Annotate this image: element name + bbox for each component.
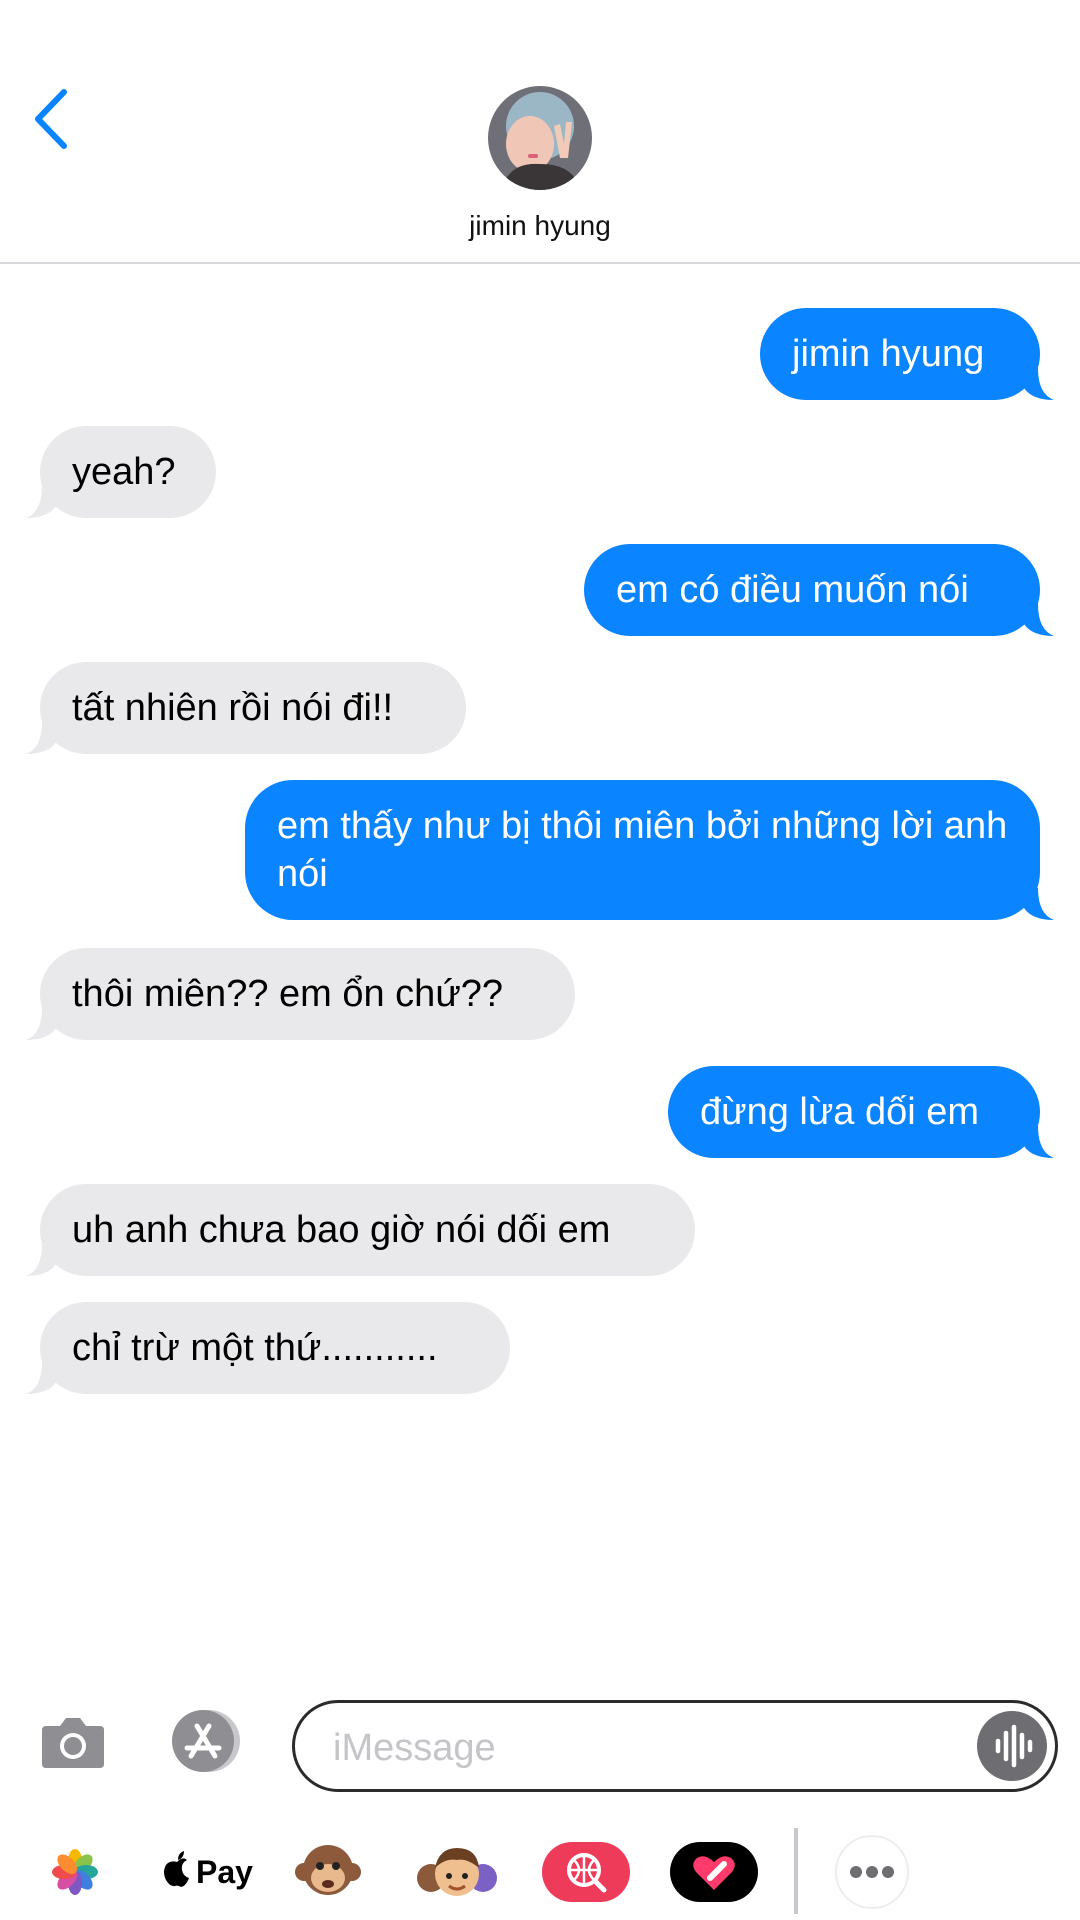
memoji-app-button[interactable] — [415, 1834, 499, 1910]
web-search-app-button[interactable] — [542, 1834, 630, 1910]
message-text: em có điều muốn nói — [616, 569, 969, 611]
message-bubble-received[interactable]: uh anh chưa bao giờ nói dối em — [26, 1184, 695, 1276]
bubble-tail — [26, 722, 56, 754]
message-bubble-received[interactable]: yeah? — [26, 426, 216, 518]
message-text: uh anh chưa bao giờ nói dối em — [72, 1209, 611, 1251]
bubble-tail — [26, 1008, 56, 1040]
animoji-icon — [295, 1845, 361, 1895]
camera-button[interactable] — [40, 1712, 106, 1770]
message-text: đừng lừa dối em — [700, 1091, 980, 1133]
bubble-tail — [26, 1244, 56, 1276]
message-bubble-sent[interactable]: jimin hyung — [760, 308, 1054, 400]
audio-message-button[interactable] — [977, 1711, 1047, 1781]
app-drawer: Pay — [0, 1820, 1080, 1920]
message-text: jimin hyung — [792, 333, 985, 375]
apple-logo-icon — [164, 1851, 189, 1887]
bubble-tail — [1024, 368, 1054, 400]
message-text: em thấy như bị thôi miên bởi những lời a… — [277, 805, 1008, 895]
contact-name[interactable]: jimin hyung — [0, 210, 1080, 242]
animoji-app-button[interactable] — [295, 1834, 361, 1910]
bubble-tail — [26, 486, 56, 518]
web-search-icon — [542, 1842, 630, 1902]
message-bubble-sent[interactable]: đừng lừa dối em — [668, 1066, 1054, 1158]
apple-pay-label: Pay — [196, 1854, 253, 1890]
photos-icon — [52, 1849, 98, 1895]
message-input-field[interactable] — [292, 1700, 1058, 1792]
photos-app-button[interactable] — [50, 1834, 100, 1910]
bubble-tail — [1024, 604, 1054, 636]
chevron-left-icon — [35, 89, 67, 149]
conversation-header: jimin hyung — [0, 0, 1080, 264]
message-bubble-received[interactable]: chỉ trừ một thứ........... — [26, 1302, 510, 1394]
drawer-divider — [794, 1828, 798, 1914]
message-bubble-sent[interactable]: em thấy như bị thôi miên bởi những lời a… — [245, 780, 1054, 920]
more-icon — [835, 1835, 909, 1909]
camera-icon — [42, 1718, 104, 1768]
avatar-photo — [488, 86, 592, 190]
digital-touch-app-button[interactable] — [670, 1834, 758, 1910]
more-apps-button[interactable] — [834, 1834, 910, 1910]
apple-pay-button[interactable]: Pay — [160, 1834, 256, 1910]
digital-touch-icon — [670, 1842, 758, 1902]
app-store-icon — [172, 1710, 240, 1772]
bubble-tail — [26, 1362, 56, 1394]
message-bubble-sent[interactable]: em có điều muốn nói — [584, 544, 1054, 636]
back-button[interactable] — [30, 84, 80, 154]
contact-avatar[interactable] — [488, 86, 592, 190]
composer-row — [0, 1700, 1080, 1792]
bubble-tail — [1024, 888, 1054, 920]
app-store-button[interactable] — [165, 1708, 249, 1774]
bubble-tail — [1024, 1126, 1054, 1158]
message-bubble-received[interactable]: tất nhiên rồi nói đi!! — [26, 662, 466, 754]
message-text: thôi miên?? em ổn chứ?? — [72, 973, 504, 1015]
message-text: tất nhiên rồi nói đi!! — [72, 687, 394, 729]
message-text: yeah? — [72, 451, 176, 493]
message-input[interactable] — [331, 1721, 955, 1775]
message-text: chỉ trừ một thứ........... — [72, 1327, 438, 1369]
waveform-icon — [995, 1724, 1033, 1768]
memoji-icon — [417, 1848, 497, 1896]
message-bubble-received[interactable]: thôi miên?? em ổn chứ?? — [26, 948, 575, 1040]
